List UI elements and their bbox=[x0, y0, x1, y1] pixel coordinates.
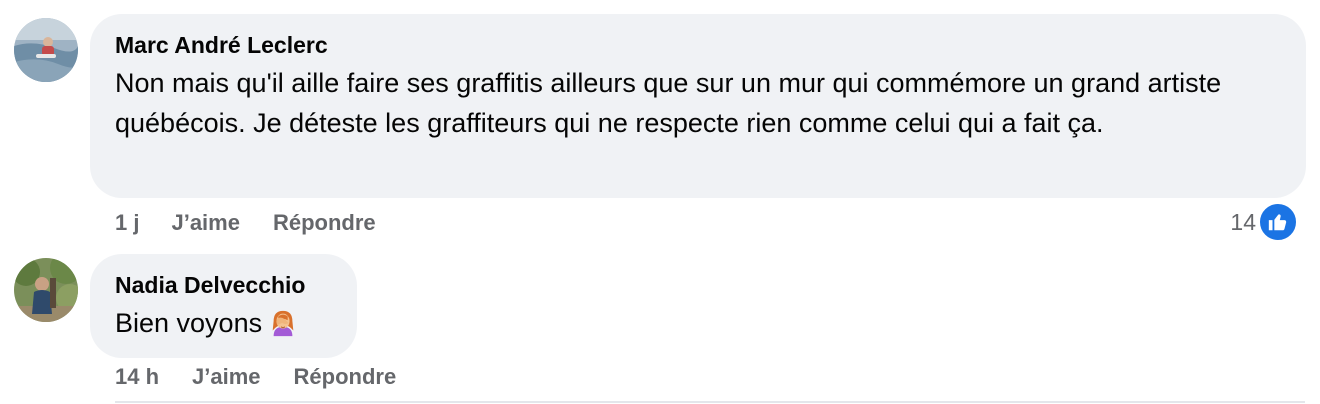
like-icon bbox=[1258, 202, 1298, 242]
reaction-count: 14 bbox=[1230, 208, 1256, 235]
reaction-summary[interactable]: 14 bbox=[1230, 202, 1298, 242]
woman-facepalming-icon bbox=[268, 308, 298, 349]
like-button[interactable]: J’aime bbox=[192, 364, 261, 390]
divider bbox=[115, 401, 1305, 403]
reply-button[interactable]: Répondre bbox=[294, 364, 397, 390]
avatar-beach-icon bbox=[14, 18, 78, 82]
comment-timestamp[interactable]: 14 h bbox=[115, 364, 159, 390]
comment-bubble: Nadia Delvecchio Bien voyons bbox=[90, 254, 357, 358]
avatar[interactable] bbox=[14, 258, 78, 322]
avatar-outdoor-icon bbox=[14, 258, 78, 322]
comment-timestamp[interactable]: 1 j bbox=[115, 210, 139, 236]
avatar[interactable] bbox=[14, 18, 78, 82]
comment-text: Bien voyons bbox=[115, 308, 263, 338]
comment-text-row: Bien voyons bbox=[115, 303, 332, 349]
comment-author[interactable]: Marc André Leclerc bbox=[115, 31, 1281, 59]
like-button[interactable]: J’aime bbox=[171, 210, 240, 236]
comment-bubble: Marc André Leclerc Non mais qu'il aille … bbox=[90, 14, 1306, 198]
comment-author[interactable]: Nadia Delvecchio bbox=[115, 271, 332, 299]
comment-actions: 14 h J’aime Répondre bbox=[115, 363, 396, 391]
comment-actions: 1 j J’aime Répondre bbox=[115, 209, 376, 237]
comment-text: Non mais qu'il aille faire ses graffitis… bbox=[115, 68, 1222, 138]
reply-button[interactable]: Répondre bbox=[273, 210, 376, 236]
